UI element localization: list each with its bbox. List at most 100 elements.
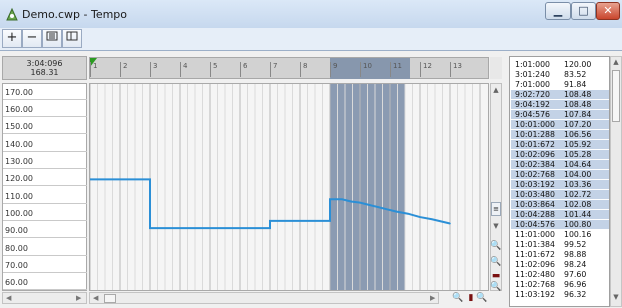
scroll-right-icon[interactable]: ▶ xyxy=(76,293,81,303)
scroll-right-icon[interactable]: ▶ xyxy=(430,293,435,303)
zoom-in-icon[interactable]: 🔍 xyxy=(489,240,503,253)
zoom-vertical-icon[interactable]: 🔍 xyxy=(489,281,503,294)
tempo-list-item[interactable]: 9:04:192 108.48 xyxy=(511,100,609,109)
toolbar: + − xyxy=(0,28,622,51)
tempo-list-position: 1:01:000 xyxy=(515,60,551,69)
tempo-point[interactable] xyxy=(359,201,361,204)
maximize-icon[interactable]: □ xyxy=(571,2,596,20)
ruler-mark: 10 xyxy=(360,62,372,77)
tempo-point[interactable] xyxy=(395,210,397,213)
tempo-list-value: 107.20 xyxy=(564,120,592,129)
tempo-list[interactable]: 1:01:000 120.00 3:01:240 83.52 7:01:000 91.84… xyxy=(509,56,610,307)
tempo-list-value: 97.60 xyxy=(564,270,587,279)
scroll-up-icon[interactable]: ▲ xyxy=(611,58,621,66)
tempo-point[interactable] xyxy=(269,220,271,222)
tempo-list-value: 100.80 xyxy=(564,220,592,229)
tempo-list-item[interactable]: 3:01:240 83.52 xyxy=(511,70,609,79)
tempo-list-item[interactable]: 10:02:768 104.00 xyxy=(511,170,609,179)
ruler-mark: 9 xyxy=(330,62,337,77)
tempo-point[interactable] xyxy=(269,227,271,229)
minimize-icon[interactable]: ▁ xyxy=(545,2,571,20)
tempo-graph[interactable] xyxy=(89,83,489,291)
scroll-thumb-icon[interactable] xyxy=(612,70,620,122)
tempo-list-item[interactable]: 11:01:000 100.16 xyxy=(511,230,609,239)
tempo-list-item[interactable]: 10:03:480 102.72 xyxy=(511,190,609,199)
tempo-list-item[interactable]: 10:03:864 102.08 xyxy=(511,200,609,209)
tempo-point[interactable] xyxy=(149,178,151,181)
tempo-point[interactable] xyxy=(350,200,352,203)
ruler-mark: 12 xyxy=(420,62,432,77)
tempo-list-value: 104.00 xyxy=(564,170,592,179)
tempo-list-value: 102.72 xyxy=(564,190,592,199)
tempo-list-item[interactable]: 11:03:192 96.32 xyxy=(511,290,609,299)
tempo-list-item[interactable]: 10:04:288 101.44 xyxy=(511,210,609,219)
tempo-list-item[interactable]: 7:01:000 91.84 xyxy=(511,80,609,89)
ruler-mark: 6 xyxy=(240,62,247,77)
add-tempo-button[interactable]: + xyxy=(2,29,22,48)
tempo-tick-label: 120.00 xyxy=(3,172,87,187)
tempo-list-item[interactable]: 10:01:672 105.92 xyxy=(511,140,609,149)
tempo-point[interactable] xyxy=(149,227,151,229)
tempo-list-value: 98.24 xyxy=(564,260,587,269)
tempo-list-value: 107.84 xyxy=(564,110,592,119)
tempo-tick-label: 80.00 xyxy=(3,242,87,256)
tempo-list-item[interactable]: 1:01:000 120.00 xyxy=(511,60,609,69)
scroll-thumb-icon[interactable] xyxy=(104,294,116,303)
time-ruler[interactable]: 1 2 3 4 5 6 7 8 9 10 11 12 13 xyxy=(89,57,489,79)
zoom-out-icon[interactable]: 🔍 xyxy=(489,256,503,269)
tempo-point[interactable] xyxy=(329,220,331,222)
tempo-list-item[interactable]: 11:02:096 98.24 xyxy=(511,260,609,269)
tempo-list-item[interactable]: 10:04:576 100.80 xyxy=(511,220,609,229)
tempo-list-item[interactable]: 10:03:192 103.36 xyxy=(511,180,609,189)
ruler-mark: 2 xyxy=(120,62,127,77)
tempo-list-position: 10:01:288 xyxy=(515,130,555,139)
tempo-list-item[interactable]: 11:01:384 99.52 xyxy=(511,240,609,249)
tempo-list-position: 3:01:240 xyxy=(515,70,551,79)
list-scrollbar[interactable]: ▲ ▼ xyxy=(610,56,622,307)
position-tempo: 168.31 xyxy=(30,68,59,77)
horizontal-zoom-out-icon[interactable]: 🔍 xyxy=(452,292,464,304)
tempo-list-item[interactable]: 9:02:720 108.48 xyxy=(511,90,609,99)
tempo-point[interactable] xyxy=(431,218,433,221)
tempo-list-position: 10:04:576 xyxy=(515,220,555,229)
tempo-point[interactable] xyxy=(368,204,370,206)
tempo-list-item[interactable]: 11:02:480 97.60 xyxy=(511,270,609,279)
ruler-mark: 11 xyxy=(390,62,402,77)
tempo-list-position: 10:01:672 xyxy=(515,140,555,149)
tempo-point[interactable] xyxy=(377,206,379,208)
scroll-thumb-icon[interactable]: ≡ xyxy=(491,202,501,216)
tempo-list-position: 11:01:000 xyxy=(515,230,555,239)
tempo-list-item[interactable]: 10:02:096 105.28 xyxy=(511,150,609,159)
close-icon[interactable]: ✕ xyxy=(596,2,620,20)
scroll-left-icon[interactable]: ◀ xyxy=(6,293,11,303)
tempo-chart[interactable] xyxy=(90,84,489,291)
scroll-down-icon[interactable]: ▼ xyxy=(611,293,621,301)
graph-horizontal-scrollbar[interactable]: ◀ ▶ xyxy=(89,292,439,304)
tempo-list-position: 10:01:000 xyxy=(515,120,555,129)
tempo-point[interactable] xyxy=(407,212,409,215)
list-icon[interactable] xyxy=(42,29,62,48)
tempo-list-item[interactable]: 10:01:288 106.56 xyxy=(511,130,609,139)
tempo-list-item[interactable]: 9:04:576 107.84 xyxy=(511,110,609,119)
tempo-point[interactable] xyxy=(419,216,421,218)
tempo-list-value: 101.44 xyxy=(564,210,592,219)
tempo-list-position: 10:03:192 xyxy=(515,180,555,189)
remove-tempo-button[interactable]: − xyxy=(22,29,42,48)
tempo-list-value: 96.96 xyxy=(564,280,587,289)
tempo-point[interactable] xyxy=(449,222,451,225)
axis-horizontal-scrollbar[interactable]: ◀ ▶ xyxy=(2,292,87,304)
tempo-point[interactable] xyxy=(329,198,331,201)
tempo-point[interactable] xyxy=(386,208,388,211)
scroll-up-icon[interactable]: ▲ xyxy=(491,85,501,95)
tempo-list-item[interactable]: 11:02:768 96.96 xyxy=(511,280,609,289)
tempo-list-value: 91.84 xyxy=(564,80,587,89)
horizontal-zoom-in-icon[interactable]: 🔍 xyxy=(476,292,488,304)
tempo-tick-label: 160.00 xyxy=(3,103,87,117)
tempo-point[interactable] xyxy=(341,198,343,201)
view-icon[interactable] xyxy=(62,29,82,48)
tempo-list-item[interactable]: 10:01:000 107.20 xyxy=(511,120,609,129)
tempo-list-item[interactable]: 11:01:672 98.88 xyxy=(511,250,609,259)
scroll-down-icon[interactable]: ▼ xyxy=(491,221,501,231)
tempo-list-item[interactable]: 10:02:384 104.64 xyxy=(511,160,609,169)
scroll-left-icon[interactable]: ◀ xyxy=(93,293,98,303)
